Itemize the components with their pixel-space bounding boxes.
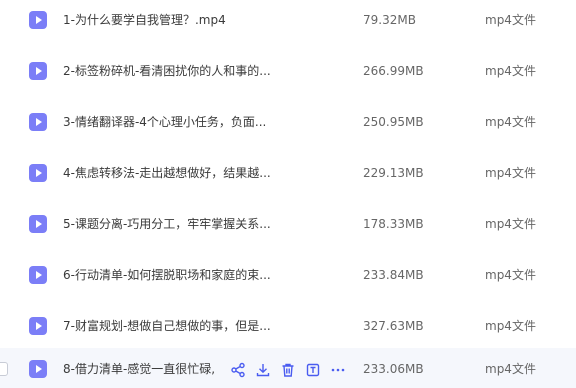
share-icon[interactable] <box>230 362 246 378</box>
more-icon[interactable] <box>330 362 346 378</box>
file-size: 327.63MB <box>363 319 424 333</box>
file-name[interactable]: 3-情绪翻译器-4个心理小任务，负面... <box>63 115 266 129</box>
file-size: 233.84MB <box>363 268 424 282</box>
file-name[interactable]: 8-借力清单-感觉一直很忙碌, <box>63 362 215 376</box>
rename-icon[interactable] <box>305 362 321 378</box>
file-type: mp4文件 <box>485 362 536 376</box>
file-name[interactable]: 5-课题分离-巧用分工，牢牢掌握关系... <box>63 217 271 231</box>
file-type: mp4文件 <box>485 115 536 129</box>
file-size: 233.06MB <box>363 362 424 376</box>
video-file-icon <box>28 316 48 336</box>
file-row[interactable]: 6-行动清单-如何摆脱职场和家庭的束... 233.84MB mp4文件 <box>0 250 576 300</box>
file-type: mp4文件 <box>485 64 536 78</box>
file-size: 266.99MB <box>363 64 424 78</box>
file-list: 1-为什么要学自我管理？.mp4 79.32MB mp4文件 2-标签粉碎机-看… <box>0 0 576 388</box>
row-checkbox[interactable] <box>0 362 8 376</box>
file-name[interactable]: 4-焦虑转移法-走出越想做好，结果越... <box>63 166 271 180</box>
file-type: mp4文件 <box>485 268 536 282</box>
file-name[interactable]: 7-财富规划-想做自己想做的事，但是... <box>63 319 271 333</box>
file-size: 229.13MB <box>363 166 424 180</box>
file-row[interactable]: 2-标签粉碎机-看清困扰你的人和事的... 266.99MB mp4文件 <box>0 46 576 96</box>
file-name[interactable]: 1-为什么要学自我管理？.mp4 <box>63 13 226 27</box>
file-size: 250.95MB <box>363 115 424 129</box>
video-file-icon <box>28 61 48 81</box>
delete-icon[interactable] <box>280 362 296 378</box>
row-actions <box>230 362 350 378</box>
file-type: mp4文件 <box>485 166 536 180</box>
video-file-icon <box>28 265 48 285</box>
file-type: mp4文件 <box>485 319 536 333</box>
file-row[interactable]: 7-财富规划-想做自己想做的事，但是... 327.63MB mp4文件 <box>0 301 576 351</box>
video-file-icon <box>28 163 48 183</box>
file-type: mp4文件 <box>485 13 536 27</box>
download-icon[interactable] <box>255 362 271 378</box>
video-file-icon <box>28 10 48 30</box>
video-file-icon <box>28 359 48 379</box>
file-row[interactable]: 3-情绪翻译器-4个心理小任务，负面... 250.95MB mp4文件 <box>0 97 576 147</box>
file-row[interactable]: 1-为什么要学自我管理？.mp4 79.32MB mp4文件 <box>0 0 576 45</box>
video-file-icon <box>28 112 48 132</box>
file-row[interactable]: 4-焦虑转移法-走出越想做好，结果越... 229.13MB mp4文件 <box>0 148 576 198</box>
file-name[interactable]: 2-标签粉碎机-看清困扰你的人和事的... <box>63 64 271 78</box>
file-row[interactable]: 5-课题分离-巧用分工，牢牢掌握关系... 178.33MB mp4文件 <box>0 199 576 249</box>
file-size: 178.33MB <box>363 217 424 231</box>
file-name[interactable]: 6-行动清单-如何摆脱职场和家庭的束... <box>63 268 271 282</box>
video-file-icon <box>28 214 48 234</box>
file-size: 79.32MB <box>363 13 416 27</box>
file-row-hovered[interactable]: 8-借力清单-感觉一直很忙碌, 233.06MB mp4文件 <box>0 348 576 388</box>
file-type: mp4文件 <box>485 217 536 231</box>
